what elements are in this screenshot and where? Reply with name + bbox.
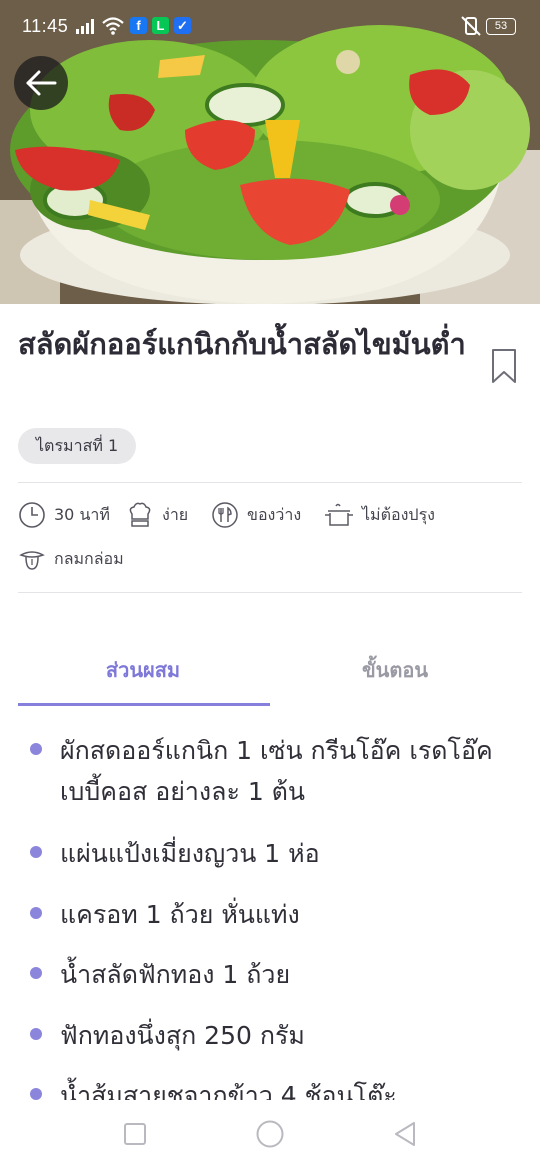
meta-category-label: ของว่าง — [247, 504, 302, 524]
messenger-icon: ✓ — [174, 17, 191, 34]
list-item: ผักสดออร์แกนิก 1 เซ่น กรีนโอ๊ค เรดโอ๊ค เ… — [60, 736, 493, 806]
bullet-icon — [30, 967, 42, 979]
meta-difficulty: ง่าย — [126, 500, 188, 530]
tongue-icon — [19, 551, 45, 570]
recents-icon[interactable] — [123, 1122, 147, 1146]
vibrate-mute-icon — [461, 16, 481, 36]
home-icon[interactable] — [255, 1119, 285, 1149]
list-item: น้ำส้มสายชูจากข้าว 4 ช้อนโต๊ะ — [60, 1081, 397, 1100]
pot-icon — [325, 503, 353, 526]
bullet-icon — [30, 907, 42, 919]
back-button[interactable] — [14, 56, 68, 110]
meta-category: ของว่าง — [211, 500, 301, 530]
bookmark-icon[interactable] — [490, 348, 518, 384]
status-time: 11:45 — [22, 16, 69, 36]
clock-icon — [19, 502, 45, 528]
ingredient-list: ผักสดออร์แกนิก 1 เซ่น กรีนโอ๊ค เรดโอ๊ค เ… — [0, 726, 540, 1100]
list-item: แครอท 1 ถ้วย หั่นแท่ง — [60, 900, 300, 929]
battery-indicator: 53 — [486, 18, 516, 35]
wifi-icon — [102, 17, 124, 35]
bullet-icon — [30, 1088, 42, 1100]
facebook-icon: f — [130, 17, 147, 34]
divider — [18, 482, 522, 483]
list-item: แผ่นแป้งเมี่ยงญวน 1 ห่อ — [60, 839, 320, 868]
arrow-left-icon — [26, 70, 57, 96]
meta-taste-label: กลมกล่อม — [54, 548, 124, 568]
list-item: ฟักทองนึ่งสุก 250 กรัม — [60, 1021, 305, 1050]
bullet-icon — [30, 846, 42, 858]
meta-difficulty-label: ง่าย — [162, 504, 189, 524]
system-nav-bar — [0, 1100, 540, 1170]
divider — [18, 592, 522, 593]
meta-taste: กลมกล่อม — [18, 544, 124, 574]
back-nav-icon[interactable] — [392, 1120, 418, 1148]
tab-ingredients[interactable]: ส่วนผสม — [18, 654, 268, 690]
meta-cooking: ไม่ต้องปรุง — [324, 500, 435, 530]
recipe-title: สลัดผักออร์แกนิกกับน้ำสลัดไขมันต่ำ — [18, 327, 466, 361]
meta-cooking-label: ไม่ต้องปรุง — [362, 504, 435, 524]
bullet-icon — [30, 743, 42, 755]
chef-hat-icon — [129, 502, 151, 527]
utensils-icon — [212, 502, 238, 528]
status-bar: 11:45 f L ✓ 53 — [0, 0, 540, 54]
bullet-icon — [30, 1028, 42, 1040]
meta-time-label: 30 นาที — [54, 504, 110, 524]
meta-time: 30 นาที — [18, 500, 110, 530]
tab-steps[interactable]: ขั้นตอน — [270, 654, 520, 690]
active-tab-indicator — [18, 703, 270, 706]
line-icon: L — [152, 17, 169, 34]
trimester-badge: ไตรมาสที่ 1 — [18, 428, 137, 464]
list-item: น้ำสลัดฟักทอง 1 ถ้วย — [60, 960, 291, 989]
signal-icon — [76, 19, 94, 34]
